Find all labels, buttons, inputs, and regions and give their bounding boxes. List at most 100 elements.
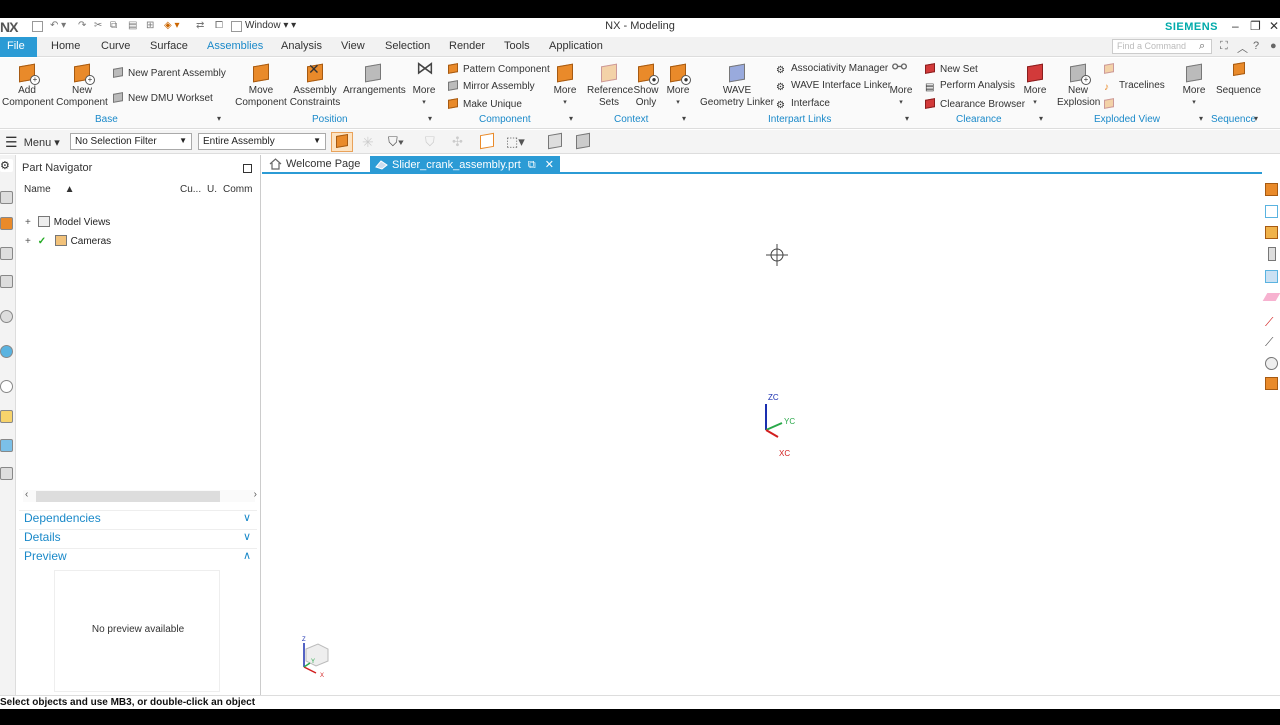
assembly-navigator-icon[interactable] [0,191,13,204]
arrangements-button[interactable]: Arrangements [343,61,406,97]
tab-curve[interactable]: Curve [101,40,130,52]
dependencies-section[interactable]: Dependencies ∨ [19,510,257,528]
context-more-button[interactable]: ● More ▾ [662,61,694,109]
interpart-more-button[interactable]: ⚯ More ▾ [885,58,917,109]
tab-application[interactable]: Application [549,40,603,52]
group-clearance-expand-icon[interactable]: ▾ [1039,114,1043,123]
constraint-navigator-icon[interactable] [0,217,13,230]
full-screen-icon[interactable]: ⛶ [1220,40,1228,53]
pattern-component-button[interactable]: Pattern Component [448,63,550,76]
orient-view-icon[interactable] [1265,270,1278,283]
new-set-button[interactable]: New Set [925,63,978,76]
group-position-expand-icon[interactable]: ▾ [428,114,432,123]
tab-welcome-page[interactable]: Welcome Page [264,156,366,173]
line-icon[interactable]: ⟋ [1265,315,1273,330]
make-unique-button[interactable]: Make Unique [448,98,522,111]
column-current[interactable]: Cu... [180,184,201,195]
hd3d-icon[interactable] [0,310,13,323]
hide-explosion-button[interactable] [1104,98,1119,111]
tab-view[interactable]: View [341,40,365,52]
position-more-button[interactable]: ⋈ More ▾ [408,59,440,109]
component-filter-icon[interactable] [480,132,496,150]
tab-analysis[interactable]: Analysis [281,40,322,52]
process-studio-icon[interactable] [0,439,13,452]
scroll-right-icon[interactable]: › [254,489,257,500]
expand-icon[interactable]: + [25,217,35,228]
selection-scope-dropdown[interactable]: Entire Assembly ▼ [198,133,326,150]
measure-icon[interactable]: ⟋ [1265,335,1273,350]
search-icon[interactable]: ⌕ [1199,40,1205,53]
select-region-icon[interactable]: ⬚▾ [506,134,525,150]
tree-item-cameras[interactable]: + ✓ Cameras [25,235,111,251]
associativity-manager-button[interactable]: ⚙ Associativity Manager [776,63,888,76]
preview-section[interactable]: Preview ∧ [19,548,257,566]
mirror-assembly-button[interactable]: Mirror Assembly [448,80,535,93]
graphics-window[interactable]: ZC YC XC Z Y X [262,176,1262,695]
snap-point-icon[interactable]: ✳ [362,134,378,150]
new-parent-assembly-button[interactable]: New Parent Assembly [113,67,226,80]
move-component-button[interactable]: Move Component [234,61,288,109]
tab-file[interactable]: File [0,37,37,57]
group-base-expand-icon[interactable]: ▾ [217,114,221,123]
restore-button[interactable]: ❐ [1250,19,1261,33]
new-component-button[interactable]: + New Component [56,61,108,109]
section-icon[interactable] [1268,247,1276,261]
perform-analysis-button[interactable]: ▤ Perform Analysis [925,80,1015,93]
tab-slider-crank-assembly[interactable]: Slider_crank_assembly.prt ⧉ ✕ [370,156,560,173]
wireframe-icon[interactable] [1265,205,1278,218]
pick-icon[interactable]: ✣ [452,134,468,150]
tab-home[interactable]: Home [51,40,80,52]
maximize-icon[interactable] [243,164,252,173]
clearance-browser-button[interactable]: Clearance Browser [925,98,1025,111]
add-component-button[interactable]: + Add Component [2,61,54,109]
filter-icon[interactable]: ⛉▾ [388,134,404,150]
sequence-button[interactable]: Sequence [1216,61,1261,97]
reuse-library-icon[interactable] [0,275,13,288]
group-exploded-expand-icon[interactable]: ▾ [1199,114,1203,123]
new-dmu-workset-button[interactable]: New DMU Workset [113,92,213,105]
reference-sets-button[interactable]: Reference Sets [587,61,633,109]
clearance-more-button[interactable]: More ▾ [1019,61,1051,109]
plane-icon[interactable] [1262,293,1280,301]
new-explosion-button[interactable]: + New Explosion [1057,61,1100,109]
selection-filter-dropdown[interactable]: No Selection Filter ▼ [70,133,192,150]
collapse-ribbon-icon[interactable]: ︿ [1237,40,1248,56]
wave-interface-linker-button[interactable]: ⚙ WAVE Interface Linker [776,80,891,93]
web-browser-icon[interactable] [0,345,13,358]
menu-button[interactable]: ☰ Menu ▾ [5,134,60,151]
fit-view-icon[interactable] [1265,183,1278,196]
exploded-more-button[interactable]: More ▾ [1178,61,1210,109]
select-component-icon[interactable] [331,132,353,152]
interface-button[interactable]: ⚙ Interface [776,98,830,111]
show-hidden-icon[interactable] [548,132,564,150]
assembly-constraints-button[interactable]: ✕ Assembly Constraints [289,61,341,109]
group-component-expand-icon[interactable]: ▾ [569,114,573,123]
undock-icon[interactable]: ⧉ [528,159,536,171]
group-context-expand-icon[interactable]: ▾ [682,114,686,123]
show-only-button[interactable]: ● Show Only [630,61,662,109]
palette-icon[interactable] [0,410,13,423]
tab-selection[interactable]: Selection [385,40,430,52]
cylinder-icon[interactable] [1265,357,1278,370]
shaded-icon[interactable] [1265,226,1278,239]
minimize-button[interactable]: – [1232,19,1239,33]
column-name[interactable]: Name ▲ [24,184,74,195]
close-button[interactable]: ✕ [1269,19,1279,33]
scroll-left-icon[interactable]: ‹ [25,489,28,500]
group-interpart-expand-icon[interactable]: ▾ [905,114,909,123]
block-icon[interactable] [1265,377,1278,390]
component-more-button[interactable]: More ▾ [549,61,581,109]
settings-icon[interactable]: ⚙ [0,159,13,172]
horizontal-scrollbar[interactable]: ‹ › [23,489,257,502]
tree-item-model-views[interactable]: + Model Views [25,216,110,232]
column-comment[interactable]: Comm [223,184,252,195]
tab-assemblies[interactable]: Assemblies [207,40,263,52]
details-section[interactable]: Details ∨ [19,529,257,547]
tracelines-button[interactable]: ♪ Tracelines [1104,80,1165,93]
type-filter-icon[interactable]: ⛉ [425,134,441,150]
wave-geometry-linker-button[interactable]: WAVE Geometry Linker [700,61,774,109]
expand-icon[interactable]: + [25,236,35,247]
help-icon[interactable]: ? [1253,40,1259,52]
roles-icon[interactable] [0,467,13,480]
settings-icon[interactable]: ● [1270,40,1277,52]
